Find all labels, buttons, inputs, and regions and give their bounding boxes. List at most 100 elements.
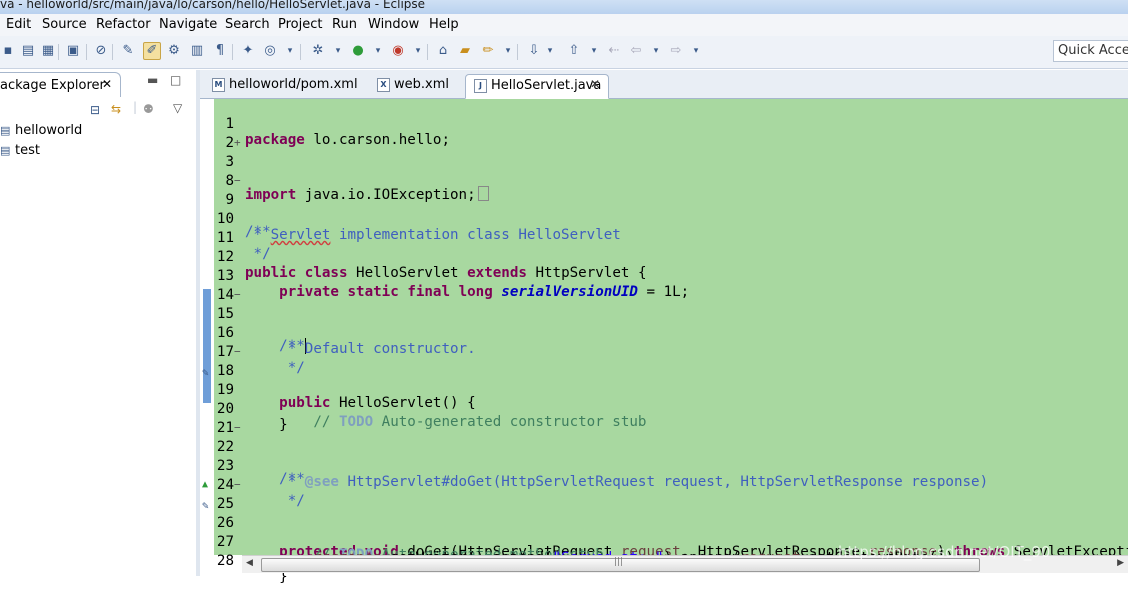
close-icon[interactable]: ✕ <box>102 77 112 91</box>
focus-on-active-task-icon[interactable]: ⚉ <box>143 102 154 116</box>
chevron-down-icon[interactable]: ▾ <box>688 43 704 59</box>
collapse-all-icon[interactable]: ⊟ <box>90 103 100 117</box>
code-line: 12 public class HelloServlet extends Htt… <box>200 233 1128 281</box>
view-menu-icon[interactable]: ▽ <box>173 101 182 115</box>
menu-bar: Edit Source Refactor Navigate Search Pro… <box>0 14 1128 36</box>
main-toolbar: ▪ ▤ ▦ ▣ ⊘ ✎ ✐ ⚙ ▥ ¶ ✦ ◎ ▾ ✲ ▾ ● ▾ ◉ ▾ ⌂ … <box>0 36 1128 69</box>
xml-file-icon: X <box>377 78 390 92</box>
link-with-editor-icon[interactable]: ⇆ <box>111 102 121 116</box>
chevron-down-icon[interactable]: ▾ <box>500 43 516 59</box>
watermark: https://blog.csdn.net/OIT_90 <box>838 543 1051 561</box>
paragraph-icon[interactable]: ¶ <box>212 43 228 59</box>
menu-refactor[interactable]: Refactor <box>96 17 151 32</box>
collapse-fold-icon[interactable]: − <box>234 478 241 491</box>
package-explorer-view: ackage Explorer ✕ ▬ □ ⊟ ⇆ | ⚉ ▽ ▤ hellow… <box>0 70 196 576</box>
code-line: 9 − /** <box>200 174 1128 240</box>
print-icon[interactable]: ▦ <box>40 43 56 59</box>
forward-icon[interactable]: ⇨ <box>668 43 684 59</box>
menu-help[interactable]: Help <box>429 17 459 32</box>
line-number: 28 <box>216 553 234 569</box>
quick-access-field[interactable]: Quick Access <box>1053 40 1128 62</box>
scroll-right-icon[interactable]: ▶ <box>1117 558 1124 568</box>
chevron-down-icon[interactable]: ▾ <box>648 43 664 59</box>
project-folder-icon: ▤ <box>0 144 11 157</box>
tab-package-explorer[interactable]: ackage Explorer ✕ <box>0 72 121 97</box>
skip-breakpoints-icon[interactable]: ⊘ <box>93 43 109 59</box>
code-line: 24 */ <box>200 461 1128 509</box>
tab-label: web.xml <box>394 77 449 92</box>
maximize-icon[interactable]: □ <box>170 73 181 87</box>
expand-fold-icon[interactable]: + <box>234 136 241 149</box>
chevron-down-icon[interactable]: ▾ <box>330 43 346 59</box>
toggle-mark-occurrences-icon[interactable]: ✎ <box>120 43 136 59</box>
collapse-fold-icon[interactable]: − <box>234 345 241 358</box>
close-icon[interactable]: ✕ <box>590 77 600 91</box>
back-icon[interactable]: ⇦ <box>628 43 644 59</box>
code-line: 23 * @see HttpServlet#doGet(HttpServletR… <box>200 442 1128 490</box>
code-line: 15 − /** <box>200 288 1128 354</box>
package-explorer-toolbar: ⊟ ⇆ | ⚉ ▽ <box>0 97 196 125</box>
collapse-fold-icon[interactable]: − <box>234 288 241 301</box>
block-selection-icon[interactable]: ✐ <box>143 42 161 60</box>
chevron-down-icon[interactable]: ▾ <box>410 43 426 59</box>
code-line: 16 * Default constructor. <box>200 309 1128 357</box>
show-whitespace-icon[interactable]: ⚙ <box>166 43 182 59</box>
next-annotation-icon[interactable]: ⇩ <box>526 43 542 59</box>
tab-label: helloworld/pom.xml <box>229 77 358 92</box>
word-wrap-icon[interactable]: ▥ <box>189 43 205 59</box>
tab-web-xml[interactable]: X web.xml <box>369 74 465 97</box>
collapse-fold-icon[interactable]: − <box>234 421 241 434</box>
minimize-icon[interactable]: ▬ <box>147 73 158 87</box>
tab-helloservlet-java[interactable]: J HelloServlet.java ✕ <box>465 74 609 99</box>
toolbar-separator <box>517 44 518 60</box>
chevron-down-icon[interactable]: ▾ <box>542 43 558 59</box>
code-line: 26 ✎ // TODO Auto-generated method stub <box>200 499 1128 563</box>
save-icon[interactable]: ▪ <box>0 43 16 59</box>
save-all-icon[interactable]: ▤ <box>20 43 36 59</box>
toolbar-separator <box>427 44 428 60</box>
menu-navigate[interactable]: Navigate <box>159 17 217 32</box>
code-line: 17 */ <box>200 328 1128 376</box>
menu-edit[interactable]: Edit <box>6 17 31 32</box>
editor-tab-bar: M helloworld/pom.xml X web.xml J HelloSe… <box>200 70 1128 99</box>
menu-run[interactable]: Run <box>332 17 357 32</box>
code-line: 18 − public HelloServlet() { <box>200 345 1128 411</box>
project-folder-icon: ▤ <box>0 124 11 137</box>
project-label: helloworld <box>15 123 83 138</box>
code-line: 21 <box>200 404 1128 436</box>
task-marker-icon[interactable]: ✎ <box>202 366 209 379</box>
code-line: 13 private static final long serialVersi… <box>200 252 1128 300</box>
console-icon[interactable]: ▣ <box>65 43 81 59</box>
run-icon[interactable]: ● <box>350 43 366 59</box>
package-explorer-title: ackage Explorer <box>0 78 105 93</box>
chevron-down-icon[interactable]: ▾ <box>586 43 602 59</box>
run-last-tool-icon[interactable]: ◉ <box>390 43 406 59</box>
scroll-left-icon[interactable]: ◀ <box>246 558 253 568</box>
toolbar-separator <box>58 44 59 60</box>
menu-project[interactable]: Project <box>278 17 322 32</box>
new-java-class-icon[interactable]: ⌂ <box>435 43 451 59</box>
code-line: 19 ✎ // TODO Auto-generated constructor … <box>200 366 1128 430</box>
previous-annotation-icon[interactable]: ⇧ <box>566 43 582 59</box>
scrollbar-grip-icon: ||| <box>614 557 624 567</box>
menu-search[interactable]: Search <box>225 17 270 32</box>
search-tool-icon[interactable]: ✏ <box>480 43 496 59</box>
chevron-down-icon[interactable]: ▾ <box>282 43 298 59</box>
override-marker-icon[interactable]: ▲ <box>202 479 208 490</box>
code-line: 14 <box>200 271 1128 303</box>
code-line: 8 <box>200 157 1128 189</box>
new-package-icon[interactable]: ✦ <box>240 43 256 59</box>
code-line: 1 package lo.carson.hello; <box>200 100 1128 148</box>
collapse-fold-icon[interactable]: − <box>234 174 241 187</box>
last-edit-location-icon[interactable]: ⇠ <box>606 43 622 59</box>
chevron-down-icon[interactable]: ▾ <box>370 43 386 59</box>
java-editor[interactable]: 1 package lo.carson.hello; 2 3 + import … <box>200 99 1128 585</box>
java-file-icon: J <box>474 79 487 93</box>
debug-icon[interactable]: ✲ <box>310 43 326 59</box>
task-marker-icon[interactable]: ✎ <box>202 499 209 512</box>
open-type-icon[interactable]: ▰ <box>457 43 473 59</box>
external-tools-icon[interactable]: ◎ <box>262 43 278 59</box>
menu-source[interactable]: Source <box>42 17 87 32</box>
tab-pom-xml[interactable]: M helloworld/pom.xml <box>204 74 369 97</box>
menu-window[interactable]: Window <box>368 17 419 32</box>
